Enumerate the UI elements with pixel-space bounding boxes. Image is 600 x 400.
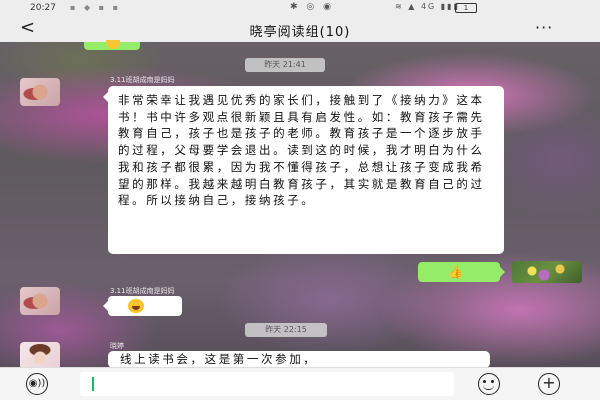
thumbs-up-icon: 👍 bbox=[448, 265, 463, 279]
system-icons: ✱ ◎ ◉ bbox=[290, 2, 334, 12]
chat-title: 晓亭阅读组(10) bbox=[249, 25, 351, 40]
emoji-button[interactable] bbox=[478, 373, 500, 395]
previous-message-bubble[interactable] bbox=[84, 40, 140, 50]
message-bubble[interactable]: 线上读书会，这是第一次参加， bbox=[108, 351, 490, 368]
voice-input-button[interactable]: ◉)) bbox=[26, 373, 48, 395]
my-avatar[interactable] bbox=[512, 261, 582, 283]
sender-name: 3.11班胡成南是妈妈 bbox=[110, 76, 175, 84]
more-functions-button[interactable]: + bbox=[538, 373, 560, 395]
emoji-message-bubble[interactable] bbox=[103, 296, 182, 316]
signal-icon: ≋ ▲ 4G ▮▮▮ bbox=[395, 2, 460, 11]
battery-icon: 1 bbox=[455, 3, 477, 13]
status-time: 20:27 bbox=[30, 3, 56, 13]
more-options-button[interactable]: ··· bbox=[535, 18, 553, 37]
timestamp: 昨天 21:41 bbox=[245, 58, 325, 72]
status-bar: 20:27 ▪ ◆ ▪ ▪ ✱ ◎ ◉ ≋ ▲ 4G ▮▮▮ 1 bbox=[0, 0, 600, 16]
message-bubble[interactable]: 非常荣幸让我遇见优秀的家长们，接触到了《接纳力》这本书！书中许多观点很新颖且具有… bbox=[103, 86, 504, 254]
text-cursor bbox=[92, 377, 94, 391]
timestamp: 昨天 22:15 bbox=[245, 323, 327, 337]
sender-name: 3.11班胡成南是妈妈 bbox=[110, 287, 175, 295]
input-bar: ◉)) + bbox=[0, 367, 600, 400]
chat-header: < 晓亭阅读组(10) ··· bbox=[0, 16, 600, 42]
avatar[interactable] bbox=[20, 342, 60, 370]
notification-icons: ▪ ◆ ▪ ▪ bbox=[70, 3, 122, 12]
laugh-emoji-icon bbox=[106, 40, 120, 49]
avatar[interactable] bbox=[20, 78, 60, 106]
message-input[interactable] bbox=[80, 372, 454, 396]
laugh-emoji-icon bbox=[128, 299, 144, 313]
sender-name: 晓婷 bbox=[110, 342, 124, 350]
avatar[interactable] bbox=[20, 287, 60, 315]
sent-message-bubble[interactable]: 👍 bbox=[418, 262, 505, 282]
